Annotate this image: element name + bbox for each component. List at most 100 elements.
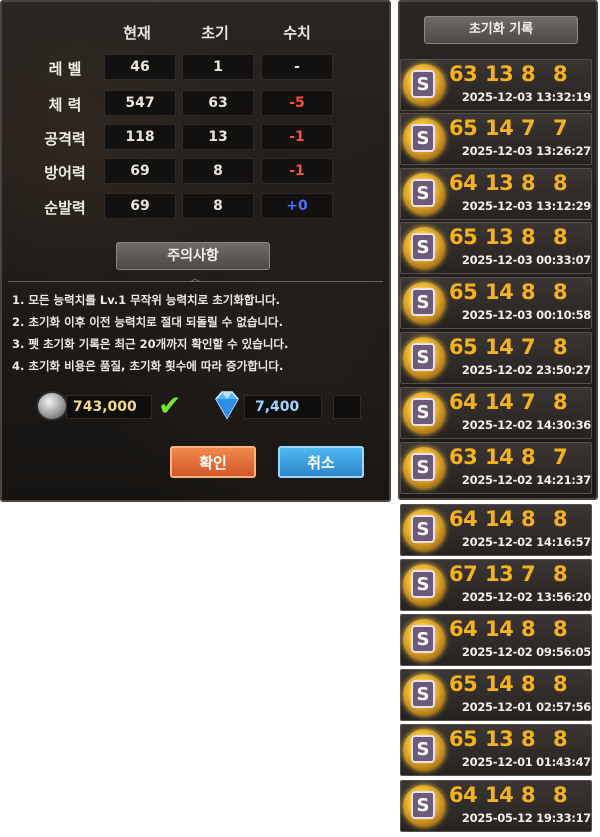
history-record[interactable]: S 64 13 8 8 2025-12-03 13:12:29 [400,168,592,220]
history-record[interactable]: S 63 13 8 8 2025-12-03 13:32:19 [400,59,592,111]
record-def: 8 [521,225,536,249]
record-hp: 64 [449,783,478,807]
record-atk: 13 [485,727,514,751]
record-atk: 14 [485,116,514,140]
history-record[interactable]: S 63 14 8 7 2025-12-02 14:21:37 [400,442,592,494]
history-record[interactable]: S 65 14 7 7 2025-12-03 13:26:27 [400,113,592,165]
stat-initial-value: 8 [182,158,254,184]
record-def: 7 [521,390,536,414]
record-agi: 8 [553,335,568,359]
grade-letter: S [411,233,435,261]
stat-delta-value: -5 [261,90,333,116]
history-record[interactable]: S 65 14 8 8 2025-12-01 02:57:56 [400,669,592,721]
check-icon: ✔ [158,389,182,422]
notice-line-4: 4. 초기화 비용은 품질, 초기화 횟수에 따라 증가합니다. [12,359,284,373]
record-timestamp: 2025-12-03 00:33:07 [461,253,591,267]
record-hp: 67 [449,562,478,586]
record-agi: 8 [553,225,568,249]
record-hp: 65 [449,280,478,304]
record-def: 7 [521,116,536,140]
history-record[interactable]: S 67 13 7 8 2025-12-02 13:56:20 [400,559,592,611]
stat-delta-value: +0 [261,193,333,219]
record-timestamp: 2025-12-01 02:57:56 [461,700,591,714]
record-timestamp: 2025-12-01 01:43:47 [461,755,591,769]
record-agi: 8 [553,783,568,807]
record-hp: 63 [449,445,478,469]
history-record[interactable]: S 65 13 8 8 2025-12-03 00:33:07 [400,222,592,274]
record-stats: 63 13 8 8 [449,62,589,88]
record-timestamp: 2025-12-02 13:56:20 [461,590,591,604]
record-timestamp: 2025-12-02 23:50:27 [461,363,591,377]
record-timestamp: 2025-12-02 14:30:36 [461,418,591,432]
grade-s-badge-icon: S [403,173,445,215]
grade-letter: S [411,453,435,481]
record-stats: 65 14 7 7 [449,116,589,142]
grade-letter: S [411,398,435,426]
grade-letter: S [411,791,435,819]
stat-label: 공격력 [44,130,86,148]
stat-delta-value: -1 [261,158,333,184]
record-stats: 64 14 7 8 [449,390,589,416]
notice-button[interactable]: 주의사항 [116,242,270,270]
grade-s-badge-icon: S [403,729,445,771]
record-agi: 8 [553,390,568,414]
record-def: 8 [521,62,536,86]
grade-s-badge-icon: S [403,118,445,160]
record-stats: 67 13 7 8 [449,562,589,588]
notice-line-1: 1. 모든 능력치를 Lv.1 무작위 능력치로 초기화합니다. [12,293,281,307]
column-header-current: 현재 [123,24,151,42]
history-record[interactable]: S 65 14 7 8 2025-12-02 23:50:27 [400,332,592,384]
record-hp: 65 [449,672,478,696]
history-record[interactable]: S 64 14 8 8 2025-12-02 09:56:05 [400,614,592,666]
record-stats: 64 14 8 8 [449,783,589,809]
grade-s-badge-icon: S [403,619,445,661]
grade-letter: S [411,288,435,316]
record-agi: 7 [553,116,568,140]
record-stats: 63 14 8 7 [449,445,589,471]
record-atk: 14 [485,507,514,531]
record-timestamp: 2025-05-12 19:33:17 [461,811,591,825]
record-agi: 8 [553,280,568,304]
record-atk: 14 [485,280,514,304]
record-timestamp: 2025-12-02 14:21:37 [461,473,591,487]
history-record[interactable]: S 64 14 7 8 2025-12-02 14:30:36 [400,387,592,439]
history-record[interactable]: S 65 13 8 8 2025-12-01 01:43:47 [400,724,592,776]
diamond-gem-icon [215,391,239,420]
record-atk: 14 [485,617,514,641]
grade-letter: S [411,70,435,98]
record-timestamp: 2025-12-03 00:10:58 [461,308,591,322]
stat-delta-value: -1 [261,124,333,150]
grade-letter: S [411,735,435,763]
record-stats: 65 13 8 8 [449,225,589,251]
stat-initial-value: 63 [182,90,254,116]
record-atk: 14 [485,390,514,414]
stat-delta-value: - [261,54,333,80]
grade-s-badge-icon: S [403,674,445,716]
grade-letter: S [411,343,435,371]
soccer-ball-coin-icon [36,391,68,421]
history-record[interactable]: S 65 14 8 8 2025-12-03 00:10:58 [400,277,592,329]
record-hp: 65 [449,335,478,359]
grade-letter: S [411,680,435,708]
record-atk: 14 [485,335,514,359]
confirm-button[interactable]: 확인 [170,446,256,478]
history-record[interactable]: S 64 14 8 8 2025-05-12 19:33:17 [400,780,592,832]
record-atk: 14 [485,783,514,807]
record-def: 7 [521,335,536,359]
history-record[interactable]: S 64 14 8 8 2025-12-02 14:16:57 [400,504,592,556]
record-atk: 14 [485,445,514,469]
record-stats: 64 14 8 8 [449,617,589,643]
record-hp: 64 [449,617,478,641]
record-timestamp: 2025-12-02 14:16:57 [461,535,591,549]
grade-s-badge-icon: S [403,337,445,379]
grade-s-badge-icon: S [403,785,445,827]
record-agi: 8 [553,617,568,641]
cancel-button[interactable]: 취소 [278,446,364,478]
stat-current-value: 118 [104,124,176,150]
record-timestamp: 2025-12-03 13:26:27 [461,144,591,158]
record-timestamp: 2025-12-03 13:12:29 [461,199,591,213]
record-agi: 8 [553,672,568,696]
record-agi: 8 [553,727,568,751]
record-hp: 63 [449,62,478,86]
record-stats: 64 13 8 8 [449,171,589,197]
